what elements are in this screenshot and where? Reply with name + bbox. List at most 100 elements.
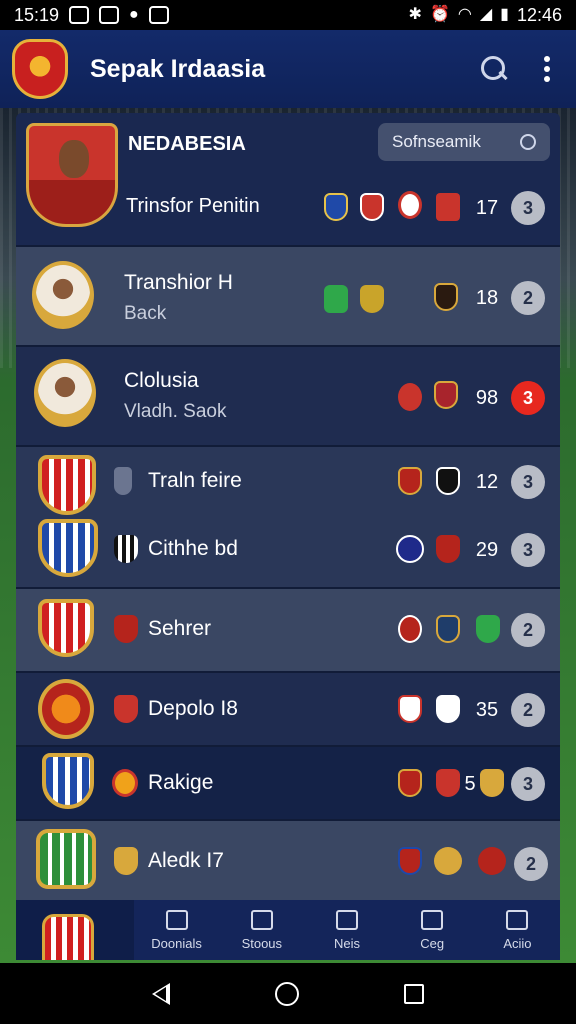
club-badge-icon [436,695,460,723]
status-bar: 15:19 ● ✱ ⏰ ◠ ◢ ▮ 12:46 [0,0,576,30]
club-badge-icon [436,535,460,563]
search-placeholder: Sofnseamik [392,132,481,151]
row-name: Cithhe bd [148,537,238,560]
notification-icon [99,6,120,24]
club-badge-icon [434,381,458,409]
location-icon: ● [129,6,139,23]
vibrate-icon: ✱ [408,6,422,23]
home-icon [506,909,529,930]
camera-icon [148,6,169,24]
club-badge-icon [398,847,422,875]
nav-item-neis[interactable]: Neis [304,900,389,960]
list-item[interactable]: Rakige 5 3 [16,745,560,819]
club-badge-icon [114,695,138,723]
club-crest[interactable] [16,900,134,960]
stats-icon [250,909,273,930]
list-item[interactable]: Aledk I7 2 [16,819,560,901]
club-badge-icon [396,535,424,563]
nav-label: Neis [334,935,361,951]
club-badge-icon [360,285,384,313]
club-badge-icon [360,193,384,221]
club-badge-icon [398,383,422,411]
wifi-icon: ◠ [457,6,472,23]
player-avatar [26,123,118,227]
nav-label: Stoous [241,935,283,951]
row-badge: 2 [511,613,545,647]
list-item[interactable]: Transhior H Back 18 2 [16,245,560,345]
row-name: Aledk I7 [148,849,224,872]
club-badge-icon [114,535,138,563]
row-subtitle: Back [124,303,167,324]
club-badge-icon [398,467,422,495]
club-badge-icon [478,847,506,875]
app-logo [12,39,68,99]
alarm-icon: ⏰ [429,6,450,23]
nav-item-stoous[interactable]: Stoous [219,900,304,960]
list-item[interactable]: Traln feire 12 3 Cithhe bd 29 3 [16,445,560,587]
row-badge: 3 [511,465,545,499]
row-name: Sehrer [148,617,212,640]
row-name: Traln feire [148,469,242,492]
home-button-icon[interactable] [274,981,299,1006]
featured-number: 17 [475,197,499,219]
nav-label: Doonials [151,935,202,951]
app-title: Sepak Irdaasia [90,54,266,83]
search-icon[interactable] [480,55,508,83]
nav-label: Aciio [503,935,532,951]
featured-subtitle: Trinsfor Penitin [126,195,260,217]
info-icon[interactable] [520,134,536,150]
club-badge-icon [112,769,138,797]
status-time: 15:19 [14,4,60,25]
club-crest [36,829,96,889]
club-badge-icon [480,769,504,797]
club-badge-icon [114,615,138,643]
player-avatar [32,261,94,329]
recents-icon[interactable] [403,983,424,1004]
row-number: 29 [475,539,499,561]
club-badge-icon [434,283,458,311]
row-number: 98 [475,387,499,409]
calendar-icon [421,909,444,930]
back-icon[interactable] [152,982,171,1005]
nav-item-doonials[interactable]: Doonials [134,900,219,960]
club-badge-icon [436,615,460,643]
row-number: 12 [475,471,499,493]
row-badge: 2 [511,693,545,727]
search-field[interactable]: Sofnseamik [378,123,550,161]
club-crest [38,679,94,739]
club-badge-icon [476,615,500,643]
list-item[interactable]: Depolo I8 35 2 [16,671,560,745]
club-badge-icon [398,191,422,219]
club-badge-icon [398,695,422,723]
bottom-nav: Doonials Stoous Neis Ceg Aciio [16,900,560,960]
row-badge: 2 [511,281,545,315]
row-number: 35 [475,699,499,721]
club-crest [38,599,94,657]
row-subtitle: Vladh. Saok [124,401,227,422]
nav-label: Ceg [420,935,445,951]
list-item[interactable]: Sehrer 2 [16,587,560,671]
app-bar: Sepak Irdaasia [0,30,576,108]
club-badge-icon [398,769,422,797]
news-icon [165,909,188,930]
table-icon [336,909,358,930]
nav-item-ceg[interactable]: Ceg [390,900,475,960]
row-name: Transhior H [124,271,233,294]
list-item[interactable]: Clolusia Vladh. Saok 98 3 [16,345,560,445]
featured-card[interactable]: NEDABESIA Trinsfor Penitin Sofnseamik 17… [16,113,560,245]
row-name: Rakige [148,771,214,794]
featured-title: NEDABESIA [128,133,246,155]
system-nav-bar [0,963,576,1024]
battery-icon: ▮ [500,6,509,23]
club-badge-icon [324,193,348,221]
club-crest [38,455,96,515]
featured-badge: 3 [511,191,545,225]
row-badge: 3 [511,767,545,801]
club-crest [42,753,94,809]
nav-item-aciio[interactable]: Aciio [475,900,560,960]
club-badge-icon [398,615,422,643]
more-vert-icon[interactable] [544,56,550,82]
club-badge-icon [436,467,460,495]
signal-icon: ◢ [479,6,493,23]
player-icon [114,467,132,495]
